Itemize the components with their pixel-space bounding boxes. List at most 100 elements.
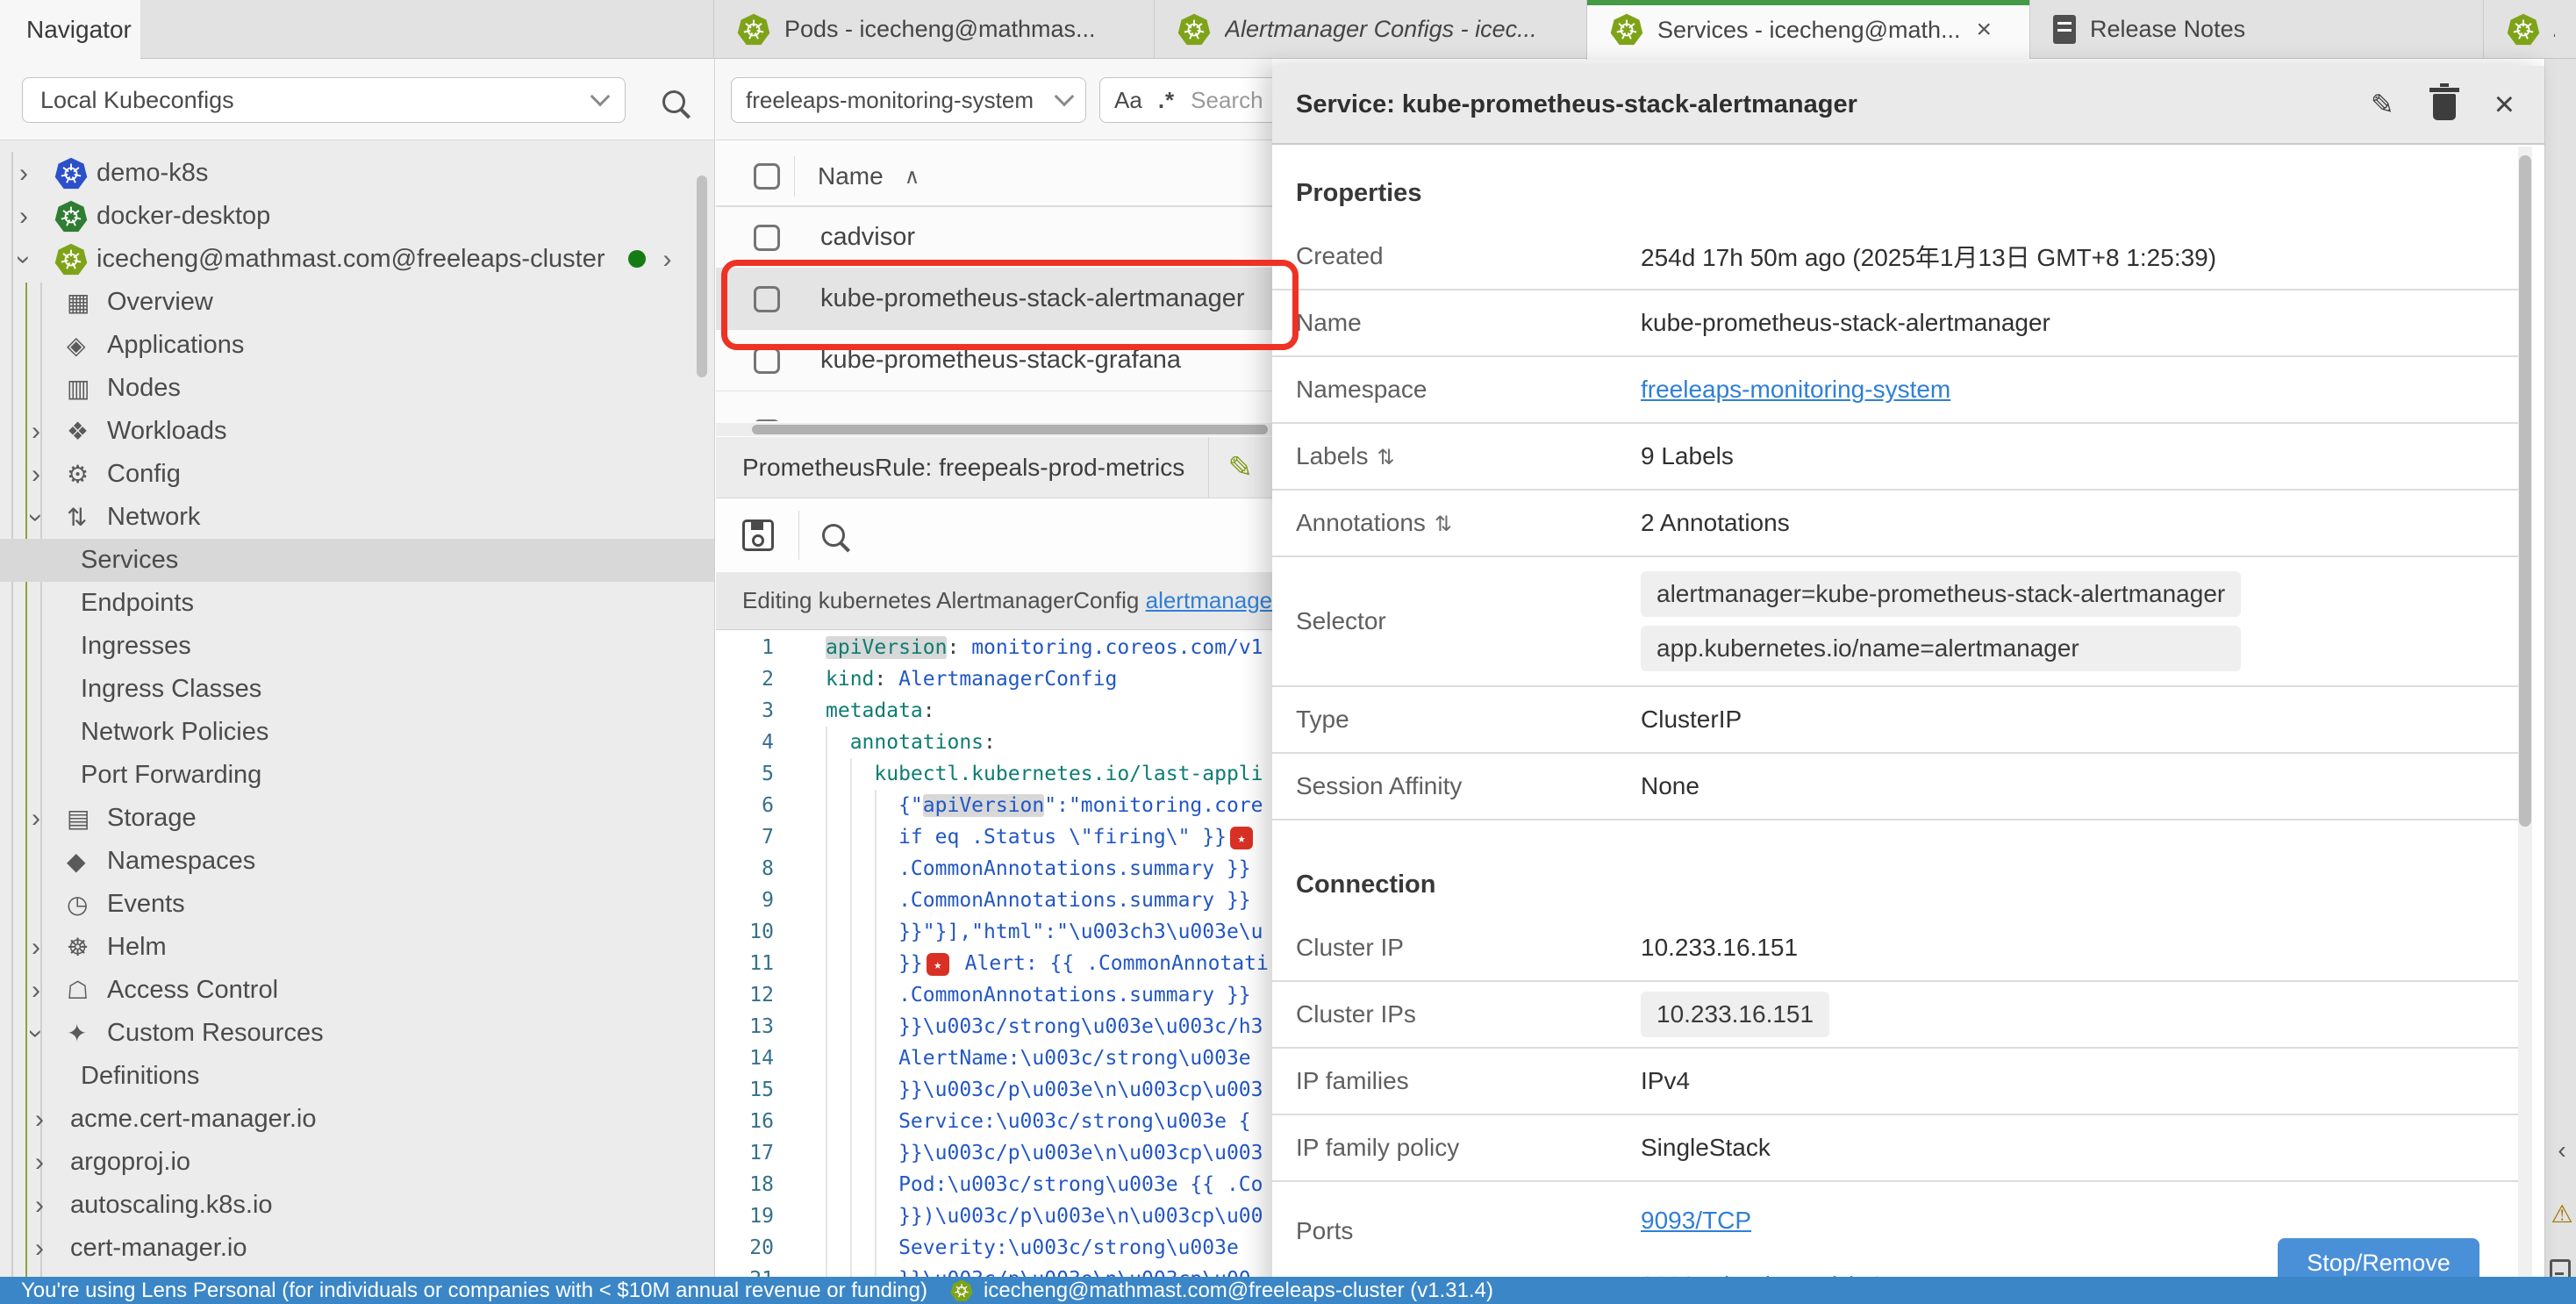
sidebar-item[interactable]: icecheng@mathmast.com@freeleaps-cluster … <box>0 238 714 281</box>
code-line[interactable]: 5 kubectl.kubernetes.io/last-appli <box>716 758 1272 790</box>
sidebar-item[interactable]: ◷ Events › <box>0 883 714 926</box>
code-line[interactable]: 11 }}★ Alert: {{ .CommonAnnotati <box>716 948 1272 979</box>
tab-release-notes[interactable]: Release Notes <box>2029 0 2483 59</box>
code-line[interactable]: 10 }}"}],"html":"\u003ch3\u003e\u <box>716 916 1272 948</box>
tab-partial[interactable]: A <box>2483 0 2576 59</box>
tab-alertmanager-configs[interactable]: Alertmanager Configs - icec... <box>1154 0 1586 59</box>
expand-icon[interactable]: ⇅ <box>1435 512 1452 536</box>
sidebar-item[interactable]: acme.cert-manager.io › <box>0 1098 714 1141</box>
code-line[interactable]: 16 Service:\u003c/strong\u003e { <box>716 1106 1272 1137</box>
chevron-icon[interactable] <box>19 202 54 232</box>
code-line[interactable]: 19 }})\u003c/p\u003e\n\u003cp\u00 <box>716 1200 1272 1232</box>
chevron-icon[interactable] <box>19 245 54 275</box>
expand-icon[interactable]: ⇅ <box>1377 446 1395 469</box>
sidebar-item[interactable]: demo-k8s › <box>0 152 714 195</box>
chevron-icon[interactable] <box>32 976 67 1006</box>
table-row[interactable]: kube-prometheus-stack-alertmanager <box>716 269 1272 330</box>
sidebar-item[interactable]: Endpoints › <box>0 582 714 625</box>
warning-icon[interactable]: ⚠ <box>2549 1200 2575 1229</box>
port-link-9093[interactable]: 9093/TCP <box>1641 1207 1901 1235</box>
sidebar-item[interactable]: cert-manager.io › <box>0 1227 714 1270</box>
chevron-icon[interactable] <box>35 1234 70 1264</box>
sidebar-item[interactable]: ☸ Helm › <box>0 926 714 969</box>
scrollbar-thumb[interactable] <box>2519 155 2531 827</box>
edit-icon[interactable]: ✎ <box>1209 450 1273 485</box>
close-icon[interactable]: × <box>1977 15 1993 45</box>
name-column-header[interactable]: Name <box>818 162 884 190</box>
row-checkbox[interactable] <box>754 225 780 251</box>
sidebar-item[interactable]: ⇅ Network › <box>0 496 714 539</box>
code-line[interactable]: 8 .CommonAnnotations.summary }} <box>716 853 1272 885</box>
sidebar-item[interactable]: Port Forwarding › <box>0 754 714 797</box>
code-line[interactable]: 13 }}\u003c/strong\u003e\u003c/h3 <box>716 1011 1272 1042</box>
save-icon[interactable] <box>742 519 774 551</box>
select-all-checkbox[interactable] <box>754 163 780 190</box>
sidebar-item[interactable]: Ingress Classes › <box>0 668 714 711</box>
chevron-icon[interactable] <box>32 460 67 490</box>
sidebar-item[interactable]: ▥ Nodes › <box>0 367 714 410</box>
table-row[interactable]: cadvisor <box>716 207 1272 269</box>
tab-services[interactable]: Services - icecheng@math... × <box>1586 0 2029 60</box>
chevron-icon[interactable] <box>35 1148 70 1178</box>
horizontal-scrollbar[interactable] <box>716 423 1272 436</box>
chevron-icon[interactable] <box>32 503 67 533</box>
chevron-icon[interactable] <box>35 1191 70 1221</box>
match-case-toggle[interactable]: Aa <box>1114 87 1142 114</box>
sidebar-item[interactable]: Ingresses › <box>0 625 714 668</box>
sidebar-item[interactable]: ▤ Storage › <box>0 797 714 840</box>
code-line[interactable]: 6 {"apiVersion":"monitoring.core <box>716 790 1272 821</box>
kubeconfig-select[interactable]: Local Kubeconfigs <box>22 77 626 123</box>
search-icon[interactable] <box>822 524 845 547</box>
panel-scrollbar[interactable] <box>2518 147 2532 1304</box>
yaml-editor[interactable]: 1apiVersion: monitoring.coreos.com/v12ki… <box>716 632 1272 1277</box>
row-checkbox[interactable] <box>754 419 780 421</box>
code-line[interactable]: 15 }}\u003c/p\u003e\n\u003cp\u003 <box>716 1074 1272 1106</box>
scrollbar-thumb[interactable] <box>752 425 1268 434</box>
chevron-icon[interactable] <box>32 417 67 447</box>
chevron-icon[interactable] <box>19 159 54 189</box>
collapse-icon[interactable]: ‹ <box>2549 1136 2575 1164</box>
code-line[interactable]: 2kind: AlertmanagerConfig <box>716 663 1272 695</box>
namespace-select[interactable]: freeleaps-monitoring-system <box>731 77 1086 123</box>
sidebar-item[interactable]: configuration.konghq.com › <box>0 1270 714 1277</box>
sort-asc-icon[interactable]: ∧ <box>905 164 920 190</box>
chevron-right-icon[interactable]: › <box>663 245 672 274</box>
sidebar-item[interactable]: Definitions › <box>0 1055 714 1098</box>
row-checkbox[interactable] <box>754 286 780 312</box>
sidebar-item[interactable]: ⚙ Config › <box>0 453 714 496</box>
code-line[interactable]: 14 AlertName:\u003c/strong\u003e <box>716 1042 1272 1074</box>
code-line[interactable]: 9 .CommonAnnotations.summary }} <box>716 885 1272 916</box>
tab-pods[interactable]: Pods - icecheng@mathmas... <box>713 0 1154 59</box>
search-icon[interactable] <box>662 90 685 113</box>
row-checkbox[interactable] <box>754 347 780 374</box>
sidebar-item[interactable]: ☖ Access Control › <box>0 969 714 1012</box>
code-line[interactable]: 3metadata: <box>716 695 1272 727</box>
search-input[interactable]: Aa .* Search <box>1099 77 1272 123</box>
code-line[interactable]: 12 .CommonAnnotations.summary }} <box>716 979 1272 1011</box>
sidebar-item[interactable]: ▦ Overview › <box>0 281 714 324</box>
sidebar-item[interactable]: ◆ Namespaces › <box>0 840 714 883</box>
sidebar-item[interactable]: Services › <box>0 539 714 582</box>
sidebar-item[interactable]: ❖ Workloads › <box>0 410 714 453</box>
chevron-icon[interactable] <box>35 1105 70 1135</box>
code-line[interactable]: 1apiVersion: monitoring.coreos.com/v1 <box>716 632 1272 663</box>
edit-icon[interactable]: ✎ <box>2371 88 2394 121</box>
sidebar-item[interactable]: Network Policies › <box>0 711 714 754</box>
close-icon[interactable]: × <box>2494 85 2515 125</box>
sidebar-item[interactable]: docker-desktop › <box>0 195 714 238</box>
code-line[interactable]: 17 }}\u003c/p\u003e\n\u003cp\u003 <box>716 1137 1272 1169</box>
code-line[interactable]: 7 if eq .Status \"firing\" }}★ <box>716 821 1272 853</box>
chevron-icon[interactable] <box>32 933 67 963</box>
namespace-link[interactable]: freeleaps-monitoring-system <box>1641 376 1950 403</box>
sidebar-item[interactable]: argoproj.io › <box>0 1141 714 1184</box>
sidebar-item[interactable]: ◈ Applications › <box>0 324 714 367</box>
chevron-icon[interactable] <box>32 1019 67 1049</box>
chevron-icon[interactable] <box>32 804 67 834</box>
alertmanager-config-link[interactable]: alertmanager <box>1146 587 1272 614</box>
code-line[interactable]: 20 Severity:\u003c/strong\u003e <box>716 1232 1272 1264</box>
delete-icon[interactable] <box>2433 94 2456 120</box>
sidebar-item[interactable]: autoscaling.k8s.io › <box>0 1184 714 1227</box>
table-row-partial[interactable]: kube-prometheus-stack-kube-state-metrics <box>716 391 1272 421</box>
code-line[interactable]: 18 Pod:\u003c/strong\u003e {{ .Co <box>716 1169 1272 1200</box>
code-line[interactable]: 4 annotations: <box>716 727 1272 758</box>
